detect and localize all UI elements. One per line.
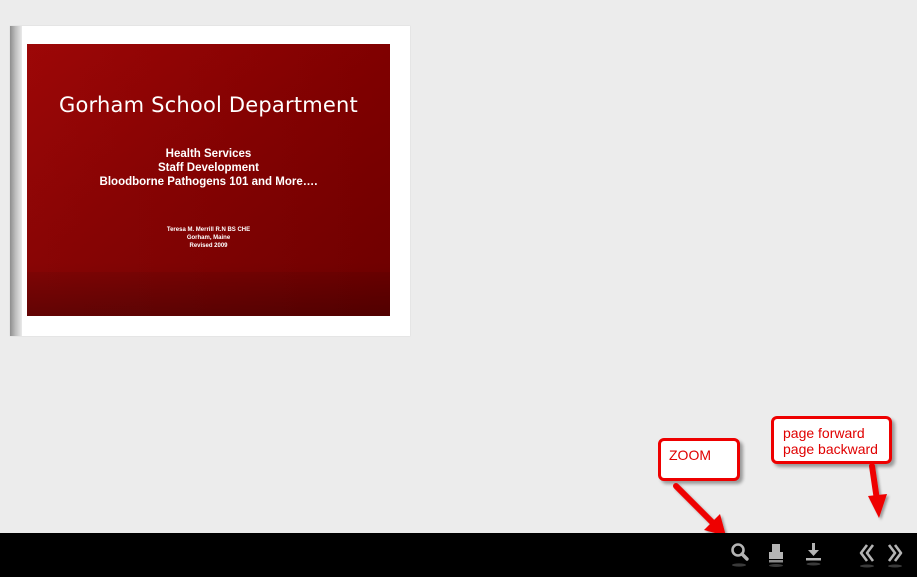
zoom-button[interactable] [727, 540, 753, 570]
page-nav-arrow [868, 463, 887, 518]
slide-subtitle-line: Bloodborne Pathogens 101 and More…. [99, 176, 318, 188]
page-forward-button[interactable] [882, 540, 908, 570]
page-forward-icon [887, 544, 903, 568]
page-spine [10, 26, 22, 336]
page-thumbnail[interactable]: Gorham School Department Health Services… [10, 26, 410, 336]
slide-subtitle-line: Staff Development [158, 162, 259, 174]
download-icon [806, 543, 821, 566]
slide-subtitle-line: Health Services [165, 148, 252, 160]
page-backward-button[interactable] [855, 540, 881, 570]
zoom-callout-label: ZOOM [669, 447, 711, 463]
print-icon [769, 544, 783, 567]
zoom-icon [731, 543, 749, 567]
slide-author-line: Teresa M. Merrill R.N BS CHE [166, 227, 251, 233]
slide-author-line: Revised 2009 [189, 243, 228, 249]
slide-band [27, 272, 390, 316]
slide-author-line: Gorham, Maine [186, 235, 231, 241]
bottom-toolbar [0, 533, 917, 577]
print-button[interactable] [764, 540, 790, 570]
page-backward-callout-label: page backward [783, 441, 878, 457]
download-button[interactable] [801, 540, 827, 570]
zoom-callout: ZOOM [658, 438, 740, 481]
zoom-arrow [673, 483, 726, 536]
slide: Gorham School Department Health Services… [27, 44, 390, 316]
page-forward-callout-label: page forward [783, 425, 865, 441]
slide-title: Gorham School Department [59, 93, 358, 117]
document-viewer: Gorham School Department Health Services… [0, 0, 917, 577]
page-backward-icon [859, 544, 875, 568]
page-nav-callout: page forward page backward [771, 416, 892, 464]
